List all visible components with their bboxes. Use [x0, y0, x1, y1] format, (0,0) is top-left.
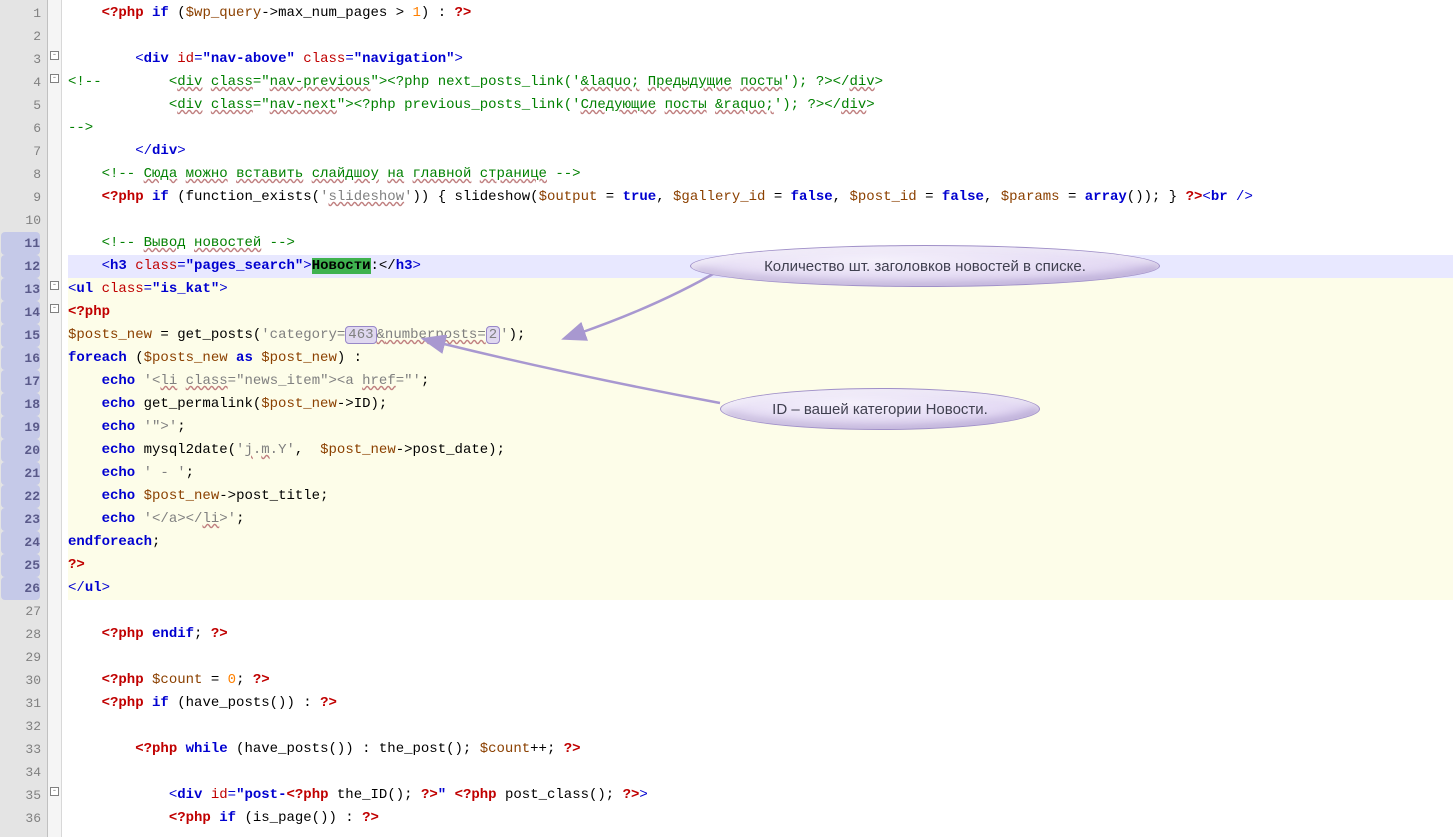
code-line[interactable]: foreach ($posts_new as $post_new) : [68, 347, 1453, 370]
line-number[interactable]: 20 [1, 439, 40, 462]
line-number[interactable]: 13 [1, 278, 40, 301]
fold-toggle-icon[interactable]: - [50, 787, 59, 796]
line-number[interactable]: 5 [0, 94, 41, 117]
code-line[interactable] [68, 25, 1453, 48]
line-number[interactable]: 27 [0, 600, 41, 623]
line-number-gutter[interactable]: 1234567891011121314151617181920212223242… [0, 0, 48, 837]
line-number[interactable]: 25 [1, 554, 40, 577]
code-line[interactable]: <ul class="is_kat"> [68, 278, 1453, 301]
code-line[interactable]: <?php while (have_posts()) : the_post();… [68, 738, 1453, 761]
line-number[interactable]: 10 [0, 209, 41, 232]
line-number[interactable]: 17 [1, 370, 40, 393]
code-line[interactable] [68, 761, 1453, 784]
line-number[interactable]: 22 [1, 485, 40, 508]
code-line[interactable]: --> [68, 117, 1453, 140]
code-line[interactable]: <?php [68, 301, 1453, 324]
code-line[interactable]: <div id="nav-above" class="navigation"> [68, 48, 1453, 71]
line-number[interactable]: 32 [0, 715, 41, 738]
code-editor: 1234567891011121314151617181920212223242… [0, 0, 1453, 837]
callout-numberposts: Количество шт. заголовков новостей в спи… [690, 245, 1160, 287]
line-number[interactable]: 28 [0, 623, 41, 646]
selected-text: Новости [312, 258, 371, 274]
code-line[interactable]: echo '</a></li>'; [68, 508, 1453, 531]
line-number[interactable]: 36 [0, 807, 41, 830]
code-line[interactable] [68, 715, 1453, 738]
code-line[interactable]: </div> [68, 140, 1453, 163]
code-line[interactable]: <?php endif; ?> [68, 623, 1453, 646]
line-number[interactable]: 21 [1, 462, 40, 485]
code-line[interactable]: $posts_new = get_posts('category=463&num… [68, 324, 1453, 347]
code-line[interactable] [68, 646, 1453, 669]
fold-toggle-icon[interactable]: - [50, 74, 59, 83]
code-line[interactable]: <?php if (is_page()) : ?> [68, 807, 1453, 830]
line-number[interactable]: 8 [0, 163, 41, 186]
line-number[interactable]: 35 [0, 784, 41, 807]
line-number[interactable]: 19 [1, 416, 40, 439]
category-id-highlight: 463 [345, 326, 376, 344]
code-line[interactable] [68, 209, 1453, 232]
line-number[interactable]: 11 [1, 232, 40, 255]
numberposts-highlight: 2 [486, 326, 500, 344]
code-line[interactable]: ?> [68, 554, 1453, 577]
code-line[interactable]: echo mysql2date('j.m.Y', $post_new->post… [68, 439, 1453, 462]
code-line[interactable] [68, 600, 1453, 623]
code-line[interactable]: <div id="post-<?php the_ID(); ?>" <?php … [68, 784, 1453, 807]
line-number[interactable]: 18 [1, 393, 40, 416]
line-number[interactable]: 34 [0, 761, 41, 784]
line-number[interactable]: 6 [0, 117, 41, 140]
fold-column[interactable]: - - - - - [48, 0, 62, 837]
line-number[interactable]: 1 [0, 2, 41, 25]
line-number[interactable]: 7 [0, 140, 41, 163]
line-number[interactable]: 29 [0, 646, 41, 669]
code-line[interactable]: <?php if (function_exists('slideshow')) … [68, 186, 1453, 209]
line-number[interactable]: 14 [1, 301, 40, 324]
code-line[interactable]: <?php if (have_posts()) : ?> [68, 692, 1453, 715]
line-number[interactable]: 26 [1, 577, 40, 600]
line-number[interactable]: 9 [0, 186, 41, 209]
code-line[interactable]: echo $post_new->post_title; [68, 485, 1453, 508]
code-line[interactable]: endforeach; [68, 531, 1453, 554]
line-number[interactable]: 12 [1, 255, 40, 278]
code-line[interactable]: echo ' - '; [68, 462, 1453, 485]
code-line[interactable]: echo '<li class="news_item"><a href="'; [68, 370, 1453, 393]
code-line[interactable]: <!-- Сюда можно вставить слайдшоу на гла… [68, 163, 1453, 186]
line-number[interactable]: 4 [0, 71, 41, 94]
line-number[interactable]: 30 [0, 669, 41, 692]
line-number[interactable]: 31 [0, 692, 41, 715]
line-number[interactable]: 3 [0, 48, 41, 71]
fold-toggle-icon[interactable]: - [50, 304, 59, 313]
code-line[interactable]: </ul> [68, 577, 1453, 600]
code-line[interactable]: <!-- <div class="nav-previous"><?php nex… [68, 71, 1453, 94]
line-number[interactable]: 33 [0, 738, 41, 761]
callout-category-id: ID – вашей категории Новости. [720, 388, 1040, 430]
line-number[interactable]: 16 [1, 347, 40, 370]
line-number[interactable]: 2 [0, 25, 41, 48]
fold-toggle-icon[interactable]: - [50, 51, 59, 60]
line-number[interactable]: 23 [1, 508, 40, 531]
line-number[interactable]: 15 [1, 324, 40, 347]
code-line[interactable]: <?php $count = 0; ?> [68, 669, 1453, 692]
code-line[interactable]: <?php if ($wp_query->max_num_pages > 1) … [68, 2, 1453, 25]
line-number[interactable]: 24 [1, 531, 40, 554]
code-line[interactable]: <div class="nav-next"><?php previous_pos… [68, 94, 1453, 117]
fold-toggle-icon[interactable]: - [50, 281, 59, 290]
